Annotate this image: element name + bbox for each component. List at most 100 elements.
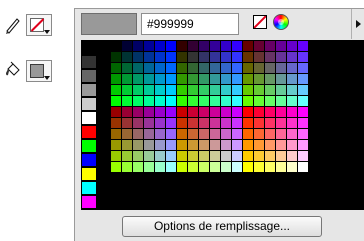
swatch[interactable] (276, 140, 286, 150)
swatch[interactable] (276, 96, 286, 106)
swatch[interactable] (188, 118, 198, 128)
swatch[interactable] (166, 74, 176, 84)
swatch[interactable] (82, 84, 96, 96)
swatch[interactable] (254, 63, 264, 73)
swatch[interactable] (210, 63, 220, 73)
swatch[interactable] (133, 41, 143, 51)
swatch[interactable] (155, 74, 165, 84)
swatch[interactable] (243, 52, 253, 62)
swatch[interactable] (210, 118, 220, 128)
swatch[interactable] (210, 41, 220, 51)
swatch[interactable] (199, 52, 209, 62)
swatch[interactable] (82, 112, 96, 124)
no-color-icon[interactable] (253, 15, 267, 29)
swatch[interactable] (111, 52, 121, 62)
swatch[interactable] (298, 118, 308, 128)
swatch[interactable] (177, 129, 187, 139)
swatch[interactable] (265, 118, 275, 128)
swatch[interactable] (298, 151, 308, 161)
swatch[interactable] (82, 98, 96, 110)
swatch[interactable] (133, 96, 143, 106)
swatch[interactable] (82, 70, 96, 82)
swatch[interactable] (254, 129, 264, 139)
swatch[interactable] (82, 140, 96, 152)
fill-color-button[interactable] (26, 60, 52, 82)
swatch[interactable] (221, 107, 231, 117)
swatch[interactable] (111, 151, 121, 161)
swatch[interactable] (265, 63, 275, 73)
swatch[interactable] (232, 52, 242, 62)
swatch[interactable] (276, 85, 286, 95)
swatch[interactable] (111, 85, 121, 95)
swatch[interactable] (82, 182, 96, 194)
swatch[interactable] (276, 107, 286, 117)
swatch[interactable] (199, 118, 209, 128)
swatch[interactable] (122, 151, 132, 161)
swatch[interactable] (155, 107, 165, 117)
color-wheel-icon[interactable] (273, 14, 289, 30)
swatch[interactable] (232, 85, 242, 95)
swatch[interactable] (254, 52, 264, 62)
swatch[interactable] (188, 162, 198, 172)
swatch[interactable] (177, 140, 187, 150)
swatch[interactable] (122, 41, 132, 51)
swatch[interactable] (210, 96, 220, 106)
swatch[interactable] (166, 151, 176, 161)
swatch[interactable] (254, 85, 264, 95)
swatch[interactable] (221, 140, 231, 150)
swatch[interactable] (243, 129, 253, 139)
swatch[interactable] (144, 140, 154, 150)
swatch[interactable] (232, 74, 242, 84)
swatch[interactable] (155, 63, 165, 73)
swatch[interactable] (254, 118, 264, 128)
swatch[interactable] (287, 96, 297, 106)
swatch[interactable] (276, 63, 286, 73)
swatch[interactable] (265, 140, 275, 150)
swatch[interactable] (276, 129, 286, 139)
swatch[interactable] (298, 85, 308, 95)
swatch[interactable] (221, 85, 231, 95)
swatch[interactable] (265, 52, 275, 62)
swatch[interactable] (232, 63, 242, 73)
swatch[interactable] (166, 162, 176, 172)
swatch[interactable] (232, 96, 242, 106)
swatch[interactable] (144, 74, 154, 84)
swatch[interactable] (166, 52, 176, 62)
swatch[interactable] (111, 96, 121, 106)
swatch[interactable] (166, 129, 176, 139)
swatch[interactable] (111, 129, 121, 139)
swatch[interactable] (82, 42, 96, 54)
swatch[interactable] (82, 196, 96, 208)
swatch[interactable] (111, 63, 121, 73)
swatch[interactable] (111, 74, 121, 84)
swatch[interactable] (133, 162, 143, 172)
swatch[interactable] (243, 63, 253, 73)
swatch[interactable] (287, 129, 297, 139)
swatch[interactable] (122, 140, 132, 150)
swatch[interactable] (232, 41, 242, 51)
swatch[interactable] (287, 140, 297, 150)
swatch[interactable] (144, 85, 154, 95)
swatch[interactable] (144, 41, 154, 51)
swatch[interactable] (188, 96, 198, 106)
swatch[interactable] (122, 52, 132, 62)
swatch[interactable] (221, 162, 231, 172)
swatch[interactable] (199, 107, 209, 117)
swatch[interactable] (243, 74, 253, 84)
swatch[interactable] (298, 140, 308, 150)
swatch[interactable] (210, 129, 220, 139)
swatch[interactable] (265, 41, 275, 51)
swatch[interactable] (210, 140, 220, 150)
swatch[interactable] (133, 63, 143, 73)
swatch[interactable] (155, 85, 165, 95)
swatch[interactable] (166, 63, 176, 73)
swatch[interactable] (177, 96, 187, 106)
swatch[interactable] (166, 118, 176, 128)
swatch[interactable] (155, 129, 165, 139)
swatch[interactable] (144, 118, 154, 128)
swatch[interactable] (298, 63, 308, 73)
swatch[interactable] (254, 162, 264, 172)
swatch[interactable] (122, 63, 132, 73)
swatch[interactable] (166, 41, 176, 51)
swatch[interactable] (243, 41, 253, 51)
